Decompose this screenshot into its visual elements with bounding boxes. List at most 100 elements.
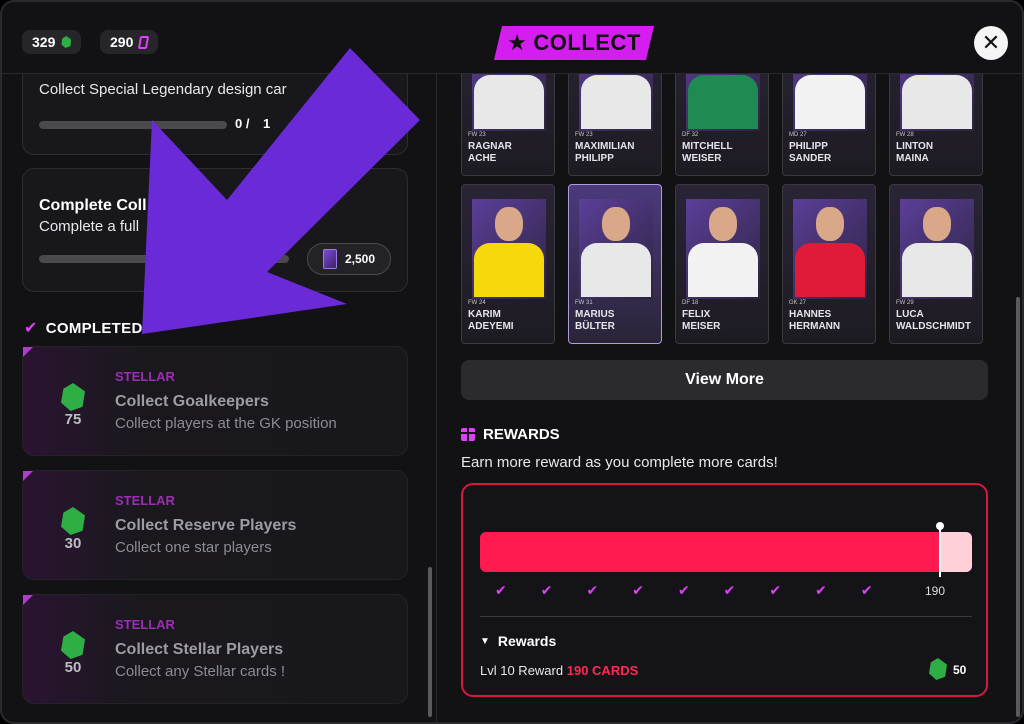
left-scrollbar[interactable]	[428, 567, 432, 717]
gem-counter: 329	[22, 30, 82, 54]
quest-list: Collect Special Legendary design car 0 /…	[2, 74, 436, 722]
player-head	[602, 207, 630, 241]
player-stats: FW 24	[468, 300, 486, 306]
quest-tier: STELLAR	[115, 493, 175, 508]
page-title-text: COLLECT	[533, 30, 641, 55]
quest-title: Collect Goalkeepers	[115, 393, 269, 410]
player-first-name: MITCHELL	[682, 141, 733, 152]
reward-progress-bar	[480, 532, 972, 572]
quest-card-complete-collection[interactable]: Complete Coll Complete a full 2,500	[22, 168, 408, 292]
rewards-subtitle: Earn more reward as you complete more ca…	[461, 454, 778, 471]
gift-icon	[461, 428, 475, 441]
rewards-separator	[480, 616, 972, 617]
quest-title: Complete Coll	[39, 197, 147, 214]
player-first-name: PHILIPP	[789, 141, 828, 152]
player-stats: FW 28	[896, 132, 914, 138]
corner-tag-icon	[23, 595, 33, 605]
progress-marker-label: 190	[925, 584, 946, 598]
player-last-name: HERMANN	[789, 321, 841, 332]
completed-label: COMPLETED	[45, 319, 143, 337]
quest-desc: Complete a full	[39, 218, 140, 235]
quest-desc: Collect players at the GK position	[115, 415, 337, 432]
level-reward-text: Lvl 10 Reward	[480, 663, 564, 678]
check-icon: ✔	[24, 320, 38, 337]
reward-amount: 50	[64, 659, 82, 676]
player-card[interactable]: FW 23 RAGNAR ACHE	[461, 74, 555, 176]
view-more-button[interactable]: View More	[461, 360, 988, 400]
check-icon: ✔	[677, 582, 690, 598]
player-card[interactable]: FW 28 LINTON MAINA	[889, 74, 983, 176]
player-head	[816, 207, 844, 241]
milestone-checks: ✔ ✔ ✔ ✔ ✔ ✔ ✔ ✔ ✔	[495, 582, 873, 599]
player-card[interactable]: MD 27 PHILIPP SANDER	[782, 74, 876, 176]
green-gem-icon	[61, 631, 85, 659]
player-shirt	[474, 75, 544, 129]
card-cost-badge: 2,500	[307, 243, 391, 275]
progress-marker	[939, 525, 941, 577]
quest-progress-total: 1	[263, 116, 271, 131]
player-shirt	[581, 75, 651, 129]
player-last-name: WALDSCHMIDT	[896, 321, 971, 332]
player-stats: DF 18	[682, 300, 699, 306]
rewards-toggle-label: Rewards	[497, 633, 557, 649]
card-count: 290	[110, 34, 134, 50]
quest-desc: Collect any Stellar cards !	[115, 663, 286, 680]
player-stats: FW 31	[575, 300, 593, 306]
player-stats: MD 27	[789, 132, 807, 138]
player-shirt	[795, 75, 865, 129]
player-card[interactable]: FW 29 LUCA WALDSCHMIDT	[889, 184, 983, 344]
check-icon: ✔	[815, 582, 827, 598]
completed-header: ✔ COMPLETED	[24, 318, 143, 338]
player-head	[709, 207, 737, 241]
check-icon: ✔	[723, 582, 736, 598]
player-first-name: MARIUS	[575, 309, 615, 320]
player-first-name: MAXIMILIAN	[575, 141, 635, 152]
player-shirt	[902, 243, 972, 297]
completed-quest-card[interactable]: 50 STELLAR Collect Stellar Players Colle…	[22, 594, 408, 704]
completed-quest-card[interactable]: 75 STELLAR Collect Goalkeepers Collect p…	[22, 346, 408, 456]
player-card[interactable]: DF 32 MITCHELL WEISER	[675, 74, 769, 176]
player-card[interactable]: DF 18 FELIX MEISER	[675, 184, 769, 344]
check-icon: ✔	[586, 582, 599, 598]
quest-desc: Collect one star players	[115, 539, 272, 556]
player-card[interactable]: FW 23 MAXIMILIAN PHILIPP	[568, 74, 662, 176]
green-gem-icon	[61, 36, 72, 48]
level-reward-cards: 190 CARDS	[566, 663, 639, 678]
check-icon: ✔	[540, 582, 553, 598]
close-button[interactable]: ✕	[974, 26, 1008, 60]
rewards-toggle[interactable]: ▼ Rewards	[480, 633, 556, 649]
player-card[interactable]: FW 24 KARIM ADEYEMI	[461, 184, 555, 344]
player-card[interactable]: FW 31 MARIUS BÜLTER	[568, 184, 662, 344]
quest-progress-bar	[39, 255, 289, 263]
quest-title: Collect Reserve Players	[115, 517, 297, 534]
page-title: ★ COLLECT	[494, 26, 654, 60]
check-icon: ✔	[495, 582, 507, 598]
header: 329 290 ★ COLLECT ✕	[2, 2, 1022, 74]
player-first-name: HANNES	[789, 309, 832, 320]
green-gem-icon	[929, 658, 947, 680]
reward-progress-remaining	[939, 532, 972, 572]
player-shirt	[474, 243, 544, 297]
card-counter: 290	[100, 30, 159, 54]
player-shirt	[688, 75, 758, 129]
rewards-box: ✔ ✔ ✔ ✔ ✔ ✔ ✔ ✔ ✔ 190 ▼ Rewards Lvl 10 R…	[461, 483, 988, 697]
green-gem-icon	[61, 507, 85, 535]
player-last-name: BÜLTER	[575, 321, 615, 332]
quest-card-legendary[interactable]: Collect Special Legendary design car 0 /…	[22, 74, 408, 155]
quest-progress-bar	[39, 121, 227, 129]
player-shirt	[902, 75, 972, 129]
player-stats: FW 29	[896, 300, 914, 306]
pink-card-icon	[138, 35, 150, 49]
player-shirt	[795, 243, 865, 297]
star-icon: ★	[507, 30, 528, 55]
corner-tag-icon	[23, 471, 33, 481]
completed-quest-card[interactable]: 30 STELLAR Collect Reserve Players Colle…	[22, 470, 408, 580]
card-cost-value: 2,500	[344, 252, 376, 266]
player-stats: GK 27	[789, 300, 807, 306]
quest-progress-text: 0 /	[235, 116, 250, 131]
player-card[interactable]: GK 27 HANNES HERMANN	[782, 184, 876, 344]
check-icon: ✔	[860, 582, 873, 598]
quest-tier: STELLAR	[115, 617, 175, 632]
right-scrollbar[interactable]	[1016, 297, 1020, 717]
player-last-name: PHILIPP	[575, 153, 614, 164]
